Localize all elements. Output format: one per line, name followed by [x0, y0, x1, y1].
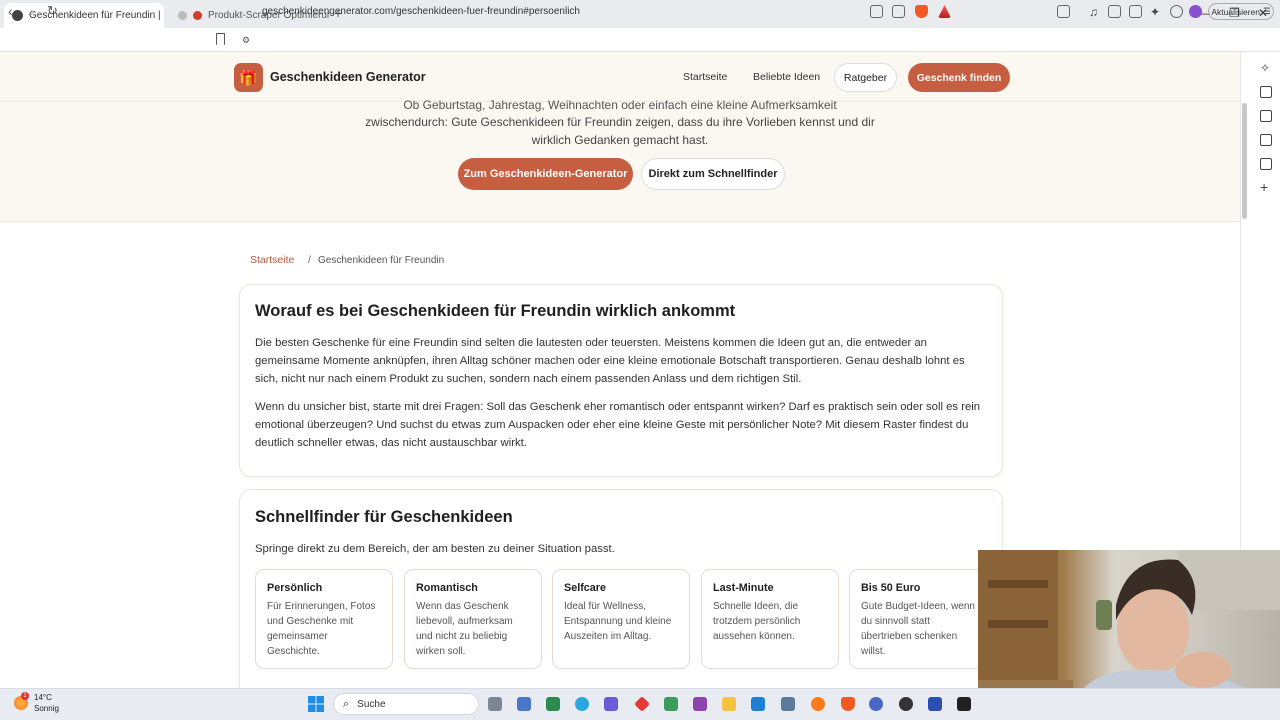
- tab-geschenkideen[interactable]: Geschenkideen für Freundin | pe ✕: [4, 3, 164, 28]
- generator-button[interactable]: Zum Geschenkideen-Generator: [458, 158, 633, 190]
- back-icon[interactable]: ‹: [8, 3, 13, 19]
- category-card-bis-50-euro[interactable]: Bis 50 Euro Gute Budget-Ideen, wenn du s…: [849, 569, 987, 669]
- weather-temperature: 14°C: [34, 693, 52, 702]
- section-title: Schnellfinder für Geschenkideen: [255, 508, 513, 526]
- category-title: Bis 50 Euro: [861, 582, 921, 594]
- media-icon[interactable]: [1057, 5, 1070, 18]
- sidebar-icon[interactable]: [1108, 5, 1121, 18]
- hero-text-line: Ob Geburtstag, Jahrestag, Weihnachten od…: [403, 98, 837, 112]
- breadcrumb-home-link[interactable]: Startseite: [250, 254, 294, 266]
- app-icon[interactable]: [781, 697, 795, 711]
- store-icon[interactable]: [517, 697, 531, 711]
- category-card-romantisch[interactable]: Romantisch Wenn das Geschenk liebevoll, …: [404, 569, 542, 669]
- category-title: Last-Minute: [713, 582, 774, 594]
- leo-ai-icon[interactable]: ✦: [1150, 5, 1163, 19]
- taskbar-search[interactable]: ⌕ Suche: [333, 693, 479, 715]
- search-icon: ⌕: [343, 697, 350, 710]
- vscode-icon[interactable]: [751, 697, 765, 711]
- address-bar: [0, 28, 1280, 52]
- breadcrumb-current: Geschenkideen für Freundin: [318, 255, 445, 266]
- brave-icon[interactable]: [841, 697, 855, 711]
- windows-start-icon[interactable]: [308, 696, 324, 712]
- reader-mode-icon[interactable]: [870, 5, 883, 18]
- app-icon[interactable]: [928, 697, 942, 711]
- search-placeholder: Suche: [357, 698, 386, 710]
- app-icon[interactable]: [664, 697, 678, 711]
- music-icon[interactable]: ♫: [1089, 5, 1102, 19]
- brave-shield-icon[interactable]: [915, 5, 928, 18]
- category-title: Selfcare: [564, 582, 607, 594]
- bookmarks-panel-icon[interactable]: [1260, 134, 1272, 146]
- wallet-icon[interactable]: [1129, 5, 1142, 18]
- calculator-icon[interactable]: [546, 697, 560, 711]
- file-explorer-icon[interactable]: [722, 697, 736, 711]
- site-header: [0, 52, 1240, 102]
- edge-icon[interactable]: [575, 697, 589, 711]
- nav-startseite[interactable]: Startseite: [683, 71, 727, 83]
- add-panel-icon[interactable]: +: [1260, 179, 1268, 195]
- paragraph: Wenn du unsicher bist, starte mit drei F…: [255, 401, 981, 449]
- reading-list-icon[interactable]: [1260, 158, 1272, 170]
- breadcrumb-separator: /: [308, 254, 311, 266]
- category-desc: Wenn das Geschenk liebevoll, aufmerksam …: [416, 601, 513, 657]
- update-label: Aktualisieren: [1211, 6, 1261, 17]
- category-title: Persönlich: [267, 582, 323, 594]
- teams-icon[interactable]: [604, 697, 618, 711]
- category-desc: Gute Budget-Ideen, wenn du sinnvoll stat…: [861, 601, 975, 657]
- reload-icon[interactable]: ↻: [47, 3, 58, 19]
- terminal-icon[interactable]: [957, 697, 971, 711]
- nav-ratgeber[interactable]: Ratgeber: [834, 63, 897, 92]
- tab-favicon-icon: [12, 10, 23, 21]
- weather-condition: Sonnig: [34, 704, 59, 713]
- url-field[interactable]: geschenkideengenerator.com/geschenkideen…: [262, 6, 580, 17]
- gift-icon[interactable]: 🎁: [234, 63, 263, 92]
- category-desc: Schnelle Ideen, die trotzdem persönlich …: [713, 601, 801, 642]
- category-title: Romantisch: [416, 582, 478, 594]
- panel-icon[interactable]: [1260, 86, 1272, 98]
- tab-favicon-icon: [178, 11, 187, 20]
- wallet-panel-icon[interactable]: [1260, 110, 1272, 122]
- forward-icon[interactable]: ›: [30, 3, 35, 19]
- hero-text-line: zwischendurch: Gute Geschenkideen für Fr…: [365, 115, 875, 129]
- vpn-icon[interactable]: [1170, 5, 1183, 18]
- task-view-icon[interactable]: [488, 697, 502, 711]
- menu-icon: ☰: [1263, 6, 1271, 16]
- ai-sparkle-icon[interactable]: ✧: [1260, 61, 1272, 75]
- site-info-icon[interactable]: ⚙: [242, 35, 250, 46]
- app-icon[interactable]: [899, 697, 913, 711]
- nav-beliebte-ideen[interactable]: Beliebte Ideen: [753, 71, 820, 83]
- bookmark-icon[interactable]: [216, 33, 225, 45]
- section-title: Worauf es bei Geschenkideen für Freundin…: [255, 302, 736, 320]
- firefox-icon[interactable]: [811, 697, 825, 711]
- category-card-persoenlich[interactable]: Persönlich Für Erinnerungen, Fotos und G…: [255, 569, 393, 669]
- share-icon[interactable]: [892, 5, 905, 18]
- section-intro: Springe direkt zu dem Bereich, der am be…: [255, 543, 615, 555]
- app-icon[interactable]: [693, 697, 707, 711]
- update-button[interactable]: Aktualisieren ☰: [1208, 3, 1274, 20]
- schnellfinder-button[interactable]: Direkt zum Schnellfinder: [641, 158, 785, 190]
- category-desc: Für Erinnerungen, Fotos und Geschenke mi…: [267, 601, 376, 657]
- paragraph: Die besten Geschenke für eine Freundin s…: [255, 337, 965, 385]
- category-desc: Ideal für Wellness, Entspannung und klei…: [564, 601, 672, 642]
- category-card-last-minute[interactable]: Last-Minute Schnelle Ideen, die trotzdem…: [701, 569, 839, 669]
- category-card-selfcare[interactable]: Selfcare Ideal für Wellness, Entspannung…: [552, 569, 690, 669]
- app-icon[interactable]: [869, 697, 883, 711]
- scrollbar-thumb[interactable]: [1242, 103, 1247, 219]
- geschenk-finden-button[interactable]: Geschenk finden: [908, 63, 1010, 92]
- hero-text-line: wirklich Gedanken gemacht hast.: [531, 133, 709, 147]
- site-brand[interactable]: Geschenkideen Generator: [270, 70, 426, 84]
- profile-icon[interactable]: [1189, 5, 1202, 18]
- weather-badge: 1: [21, 692, 29, 700]
- recording-icon: [193, 11, 202, 20]
